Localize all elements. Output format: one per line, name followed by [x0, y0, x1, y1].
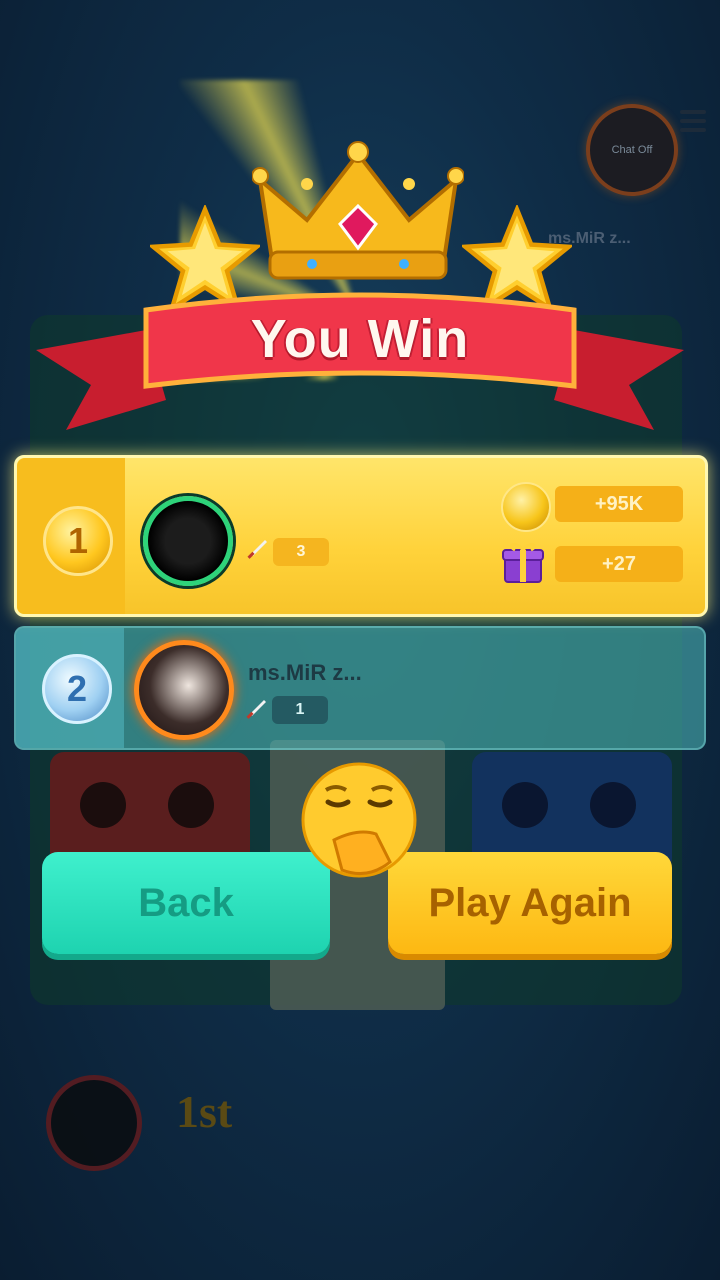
crown-icon: [252, 141, 464, 280]
menu-icon[interactable]: [680, 110, 706, 137]
coin-reward: +95K: [555, 486, 683, 522]
kill-count: 3: [273, 538, 329, 566]
avatar: [134, 640, 234, 740]
gift-icon: [502, 543, 544, 583]
gift-reward: +27: [555, 546, 683, 582]
token-slot: [80, 782, 126, 828]
sword-icon: [246, 700, 266, 719]
back-button[interactable]: Back: [42, 852, 330, 954]
place-label: 1st: [176, 1086, 233, 1137]
token-slot: [168, 782, 214, 828]
rank-badge: 1: [43, 506, 113, 576]
token-slot: [502, 782, 548, 828]
yawning-face-emoji: [301, 762, 417, 878]
kill-count: 1: [272, 696, 328, 724]
chat-label: Chat Off: [611, 144, 653, 156]
result-card-second: 2 ms.MiR z... 1: [14, 626, 706, 750]
token-slot: [590, 782, 636, 828]
coin-icon: [501, 482, 551, 532]
player-avatar: [46, 1075, 142, 1171]
rank-badge: 2: [42, 654, 112, 724]
win-title: You Win: [250, 309, 470, 369]
avatar: [143, 496, 233, 586]
player-name: ms.MiR z...: [248, 660, 362, 685]
play-again-button[interactable]: Play Again: [388, 852, 672, 954]
sword-icon: [247, 540, 267, 559]
chat-toggle-button[interactable]: Chat Off: [586, 104, 678, 196]
result-card-first: 1 3 +95K +27: [14, 455, 708, 617]
